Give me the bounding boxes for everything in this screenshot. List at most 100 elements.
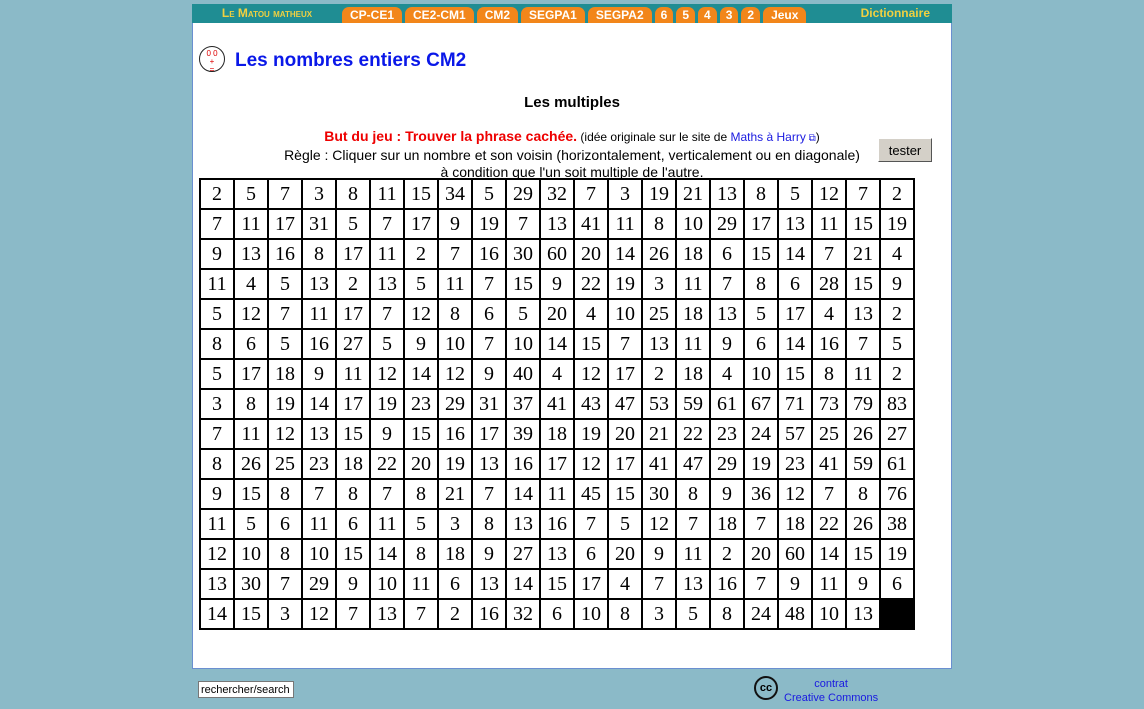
number-cell[interactable]: 9 <box>641 538 677 570</box>
number-cell[interactable]: 4 <box>539 358 575 390</box>
number-cell[interactable]: 60 <box>539 238 575 270</box>
number-cell[interactable]: 2 <box>709 538 745 570</box>
number-cell[interactable]: 22 <box>675 418 711 450</box>
number-cell[interactable]: 13 <box>369 598 405 630</box>
number-cell[interactable]: 10 <box>573 598 609 630</box>
number-cell[interactable]: 61 <box>879 448 915 480</box>
number-cell[interactable]: 29 <box>709 448 745 480</box>
number-cell[interactable]: 14 <box>301 388 337 420</box>
number-cell[interactable]: 7 <box>301 478 337 510</box>
number-cell[interactable]: 11 <box>369 238 405 270</box>
number-cell[interactable]: 11 <box>437 268 473 300</box>
number-cell[interactable]: 9 <box>471 538 507 570</box>
number-cell[interactable]: 6 <box>709 238 745 270</box>
number-cell[interactable]: 26 <box>641 238 677 270</box>
number-cell[interactable]: 7 <box>437 238 473 270</box>
number-cell[interactable]: 8 <box>199 448 235 480</box>
number-cell[interactable]: 43 <box>573 388 609 420</box>
number-cell[interactable]: 7 <box>471 268 507 300</box>
number-cell[interactable]: 19 <box>879 208 915 240</box>
number-cell[interactable]: 3 <box>641 268 677 300</box>
number-cell[interactable]: 7 <box>573 178 609 210</box>
number-cell[interactable]: 16 <box>539 508 575 540</box>
number-cell[interactable]: 16 <box>471 238 507 270</box>
number-cell[interactable]: 41 <box>539 388 575 420</box>
number-cell[interactable]: 12 <box>573 448 609 480</box>
number-cell[interactable]: 15 <box>845 268 881 300</box>
number-cell[interactable]: 9 <box>471 358 507 390</box>
number-cell[interactable]: 10 <box>437 328 473 360</box>
number-cell[interactable]: 21 <box>437 478 473 510</box>
number-cell[interactable]: 24 <box>743 418 779 450</box>
number-cell[interactable]: 37 <box>505 388 541 420</box>
number-cell[interactable]: 5 <box>369 328 405 360</box>
number-cell[interactable]: 19 <box>607 268 643 300</box>
number-cell[interactable]: 21 <box>845 238 881 270</box>
number-cell[interactable]: 7 <box>403 598 439 630</box>
maths-a-harry-link[interactable]: Maths à Harry <box>731 130 806 144</box>
number-cell[interactable]: 7 <box>845 178 881 210</box>
number-cell[interactable]: 16 <box>471 598 507 630</box>
number-cell[interactable]: 6 <box>777 268 813 300</box>
number-cell[interactable]: 9 <box>709 328 745 360</box>
number-cell[interactable]: 2 <box>199 178 235 210</box>
number-cell[interactable]: 8 <box>811 358 847 390</box>
number-cell[interactable]: 13 <box>199 568 235 600</box>
number-cell[interactable]: 9 <box>199 478 235 510</box>
number-cell[interactable]: 13 <box>233 238 269 270</box>
number-cell[interactable]: 20 <box>403 448 439 480</box>
number-cell[interactable]: 7 <box>573 508 609 540</box>
number-cell[interactable]: 23 <box>301 448 337 480</box>
number-cell[interactable]: 11 <box>845 358 881 390</box>
number-cell[interactable]: 18 <box>777 508 813 540</box>
number-cell[interactable]: 11 <box>675 328 711 360</box>
number-cell[interactable]: 13 <box>675 568 711 600</box>
number-cell[interactable]: 25 <box>811 418 847 450</box>
number-cell[interactable]: 12 <box>573 358 609 390</box>
number-cell[interactable]: 12 <box>777 478 813 510</box>
dictionary-link[interactable]: Dictionnaire <box>861 4 930 23</box>
number-cell[interactable]: 17 <box>233 358 269 390</box>
number-cell[interactable]: 76 <box>879 478 915 510</box>
number-cell[interactable]: 41 <box>573 208 609 240</box>
number-cell[interactable]: 15 <box>335 418 371 450</box>
number-cell[interactable]: 27 <box>879 418 915 450</box>
number-cell[interactable]: 15 <box>845 208 881 240</box>
number-cell[interactable]: 14 <box>811 538 847 570</box>
tab-3[interactable]: 3 <box>719 7 739 23</box>
number-cell[interactable]: 17 <box>743 208 779 240</box>
number-cell[interactable]: 5 <box>199 358 235 390</box>
license-link[interactable]: contrat Creative Commons <box>784 677 878 705</box>
number-cell[interactable]: 11 <box>233 418 269 450</box>
number-cell[interactable]: 9 <box>437 208 473 240</box>
number-cell[interactable]: 39 <box>505 418 541 450</box>
number-cell[interactable]: 5 <box>233 178 269 210</box>
number-cell[interactable]: 7 <box>471 478 507 510</box>
number-cell[interactable]: 19 <box>471 208 507 240</box>
number-cell[interactable]: 8 <box>335 478 371 510</box>
number-cell[interactable]: 9 <box>879 268 915 300</box>
number-cell[interactable]: 7 <box>335 598 371 630</box>
number-cell[interactable]: 12 <box>199 538 235 570</box>
number-cell[interactable]: 16 <box>709 568 745 600</box>
number-cell[interactable]: 6 <box>267 508 303 540</box>
number-cell[interactable]: 48 <box>777 598 813 630</box>
number-cell[interactable]: 4 <box>233 268 269 300</box>
number-cell[interactable]: 18 <box>267 358 303 390</box>
number-cell[interactable]: 19 <box>437 448 473 480</box>
number-cell[interactable]: 10 <box>505 328 541 360</box>
number-cell[interactable]: 11 <box>233 208 269 240</box>
number-cell[interactable]: 4 <box>709 358 745 390</box>
number-cell[interactable]: 16 <box>811 328 847 360</box>
number-cell[interactable]: 6 <box>879 568 915 600</box>
number-cell[interactable]: 10 <box>743 358 779 390</box>
number-cell[interactable]: 15 <box>403 178 439 210</box>
number-cell[interactable]: 5 <box>607 508 643 540</box>
number-cell[interactable]: 18 <box>709 508 745 540</box>
number-cell[interactable]: 19 <box>879 538 915 570</box>
number-cell[interactable]: 13 <box>471 448 507 480</box>
number-cell[interactable]: 14 <box>777 328 813 360</box>
number-cell[interactable]: 18 <box>437 538 473 570</box>
number-cell[interactable]: 13 <box>301 268 337 300</box>
number-cell[interactable]: 30 <box>233 568 269 600</box>
